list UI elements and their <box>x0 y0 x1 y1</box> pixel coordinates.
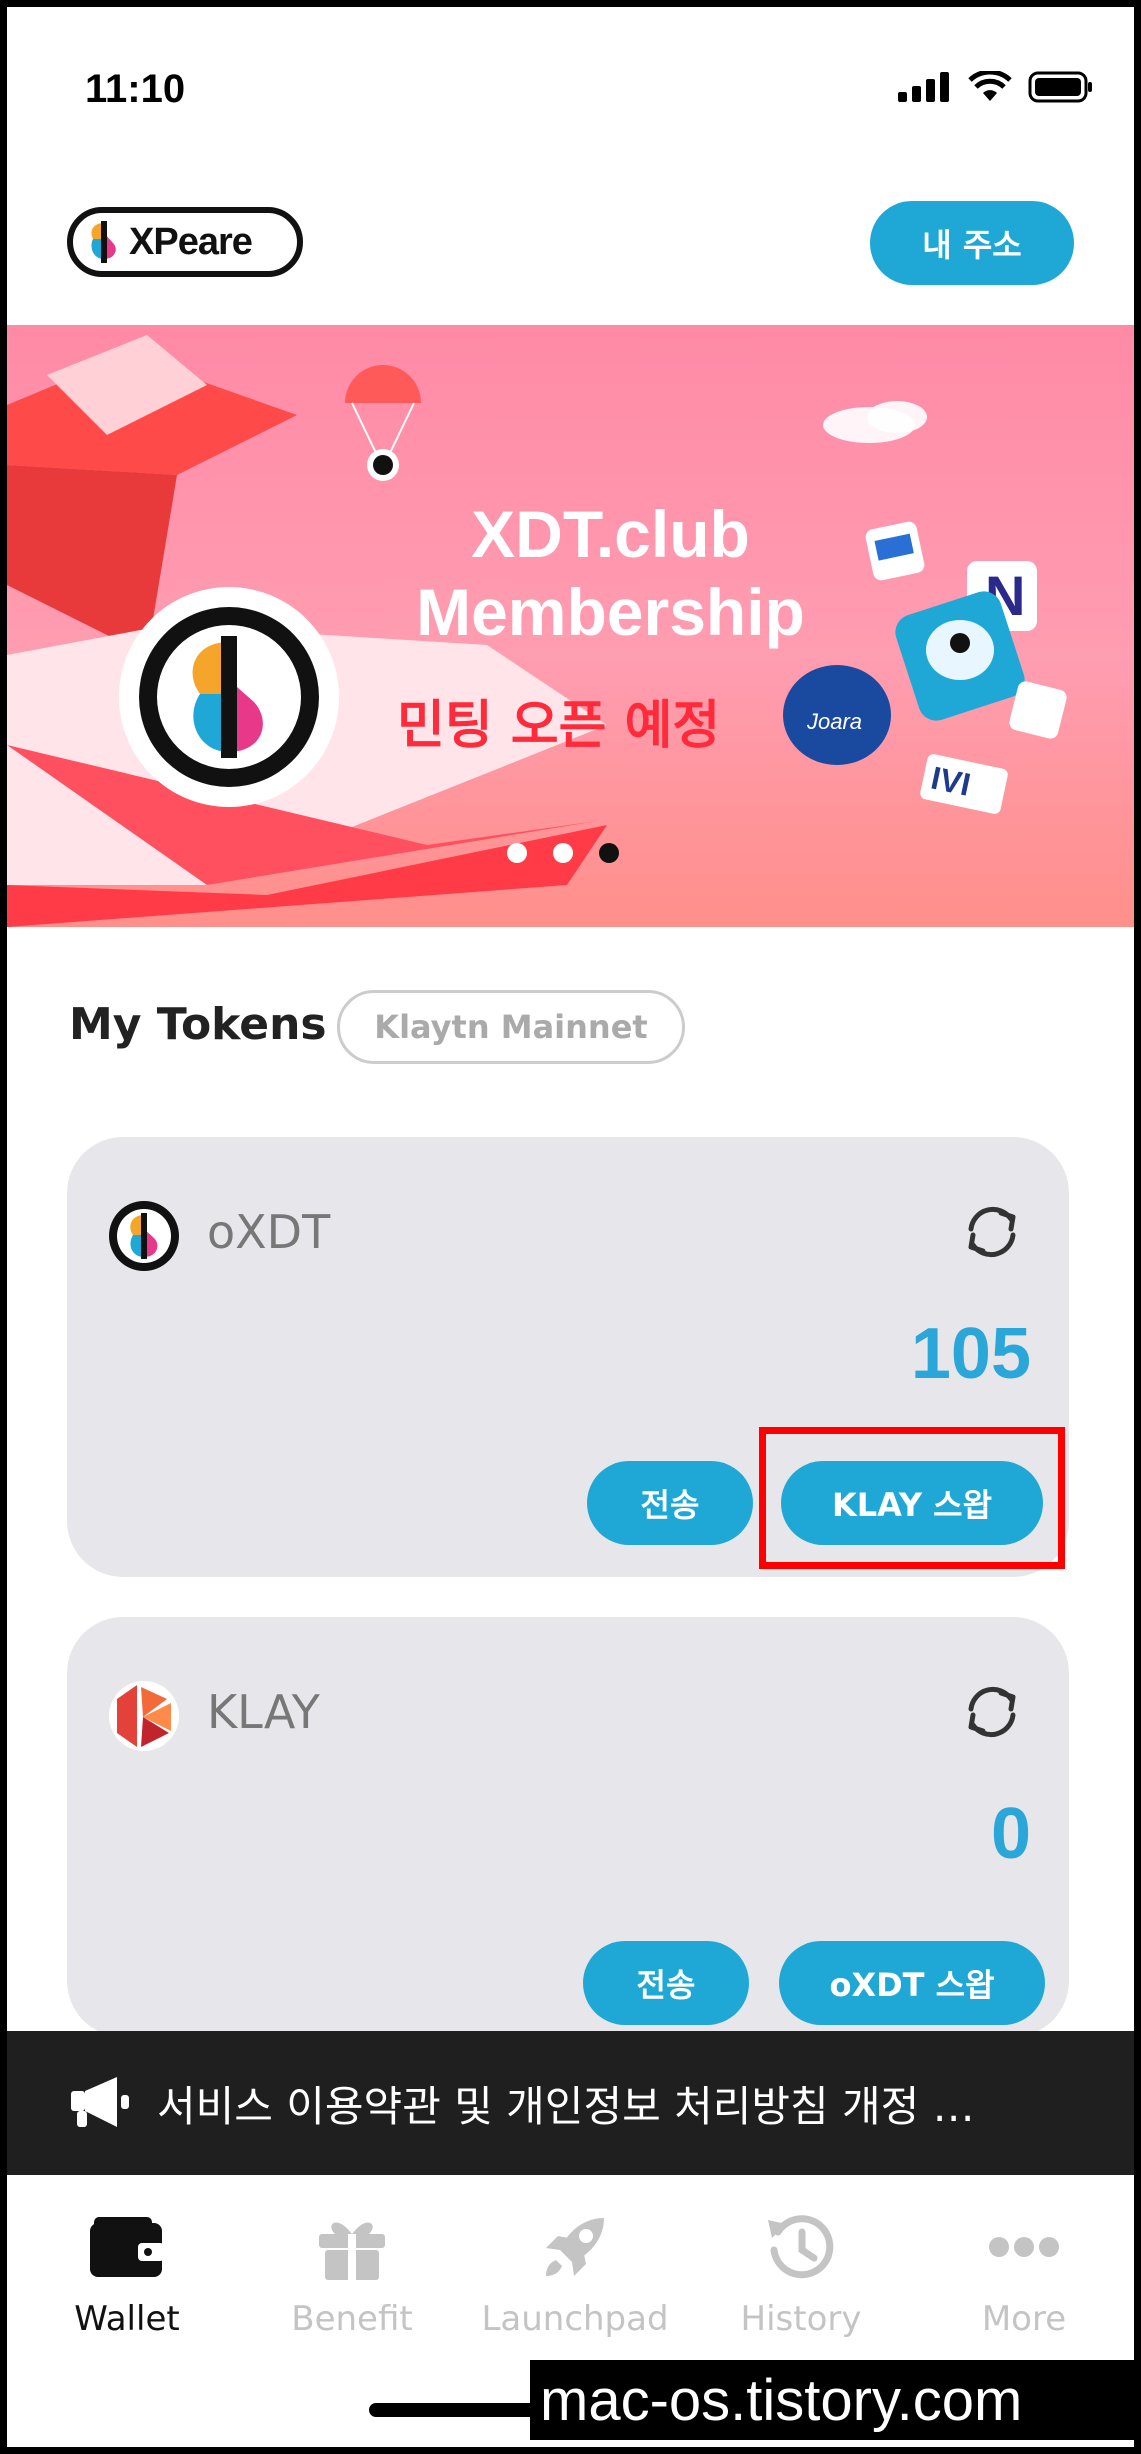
megaphone-icon <box>71 2077 129 2127</box>
highlight-box <box>759 1427 1065 1569</box>
promo-banner[interactable]: N Joara IVI XDT.club Membership 민팅 오픈 예정 <box>7 325 1134 927</box>
token-balance: 0 <box>990 1794 1031 1874</box>
network-chip[interactable]: Klaytn Mainnet <box>337 990 685 1064</box>
oxdt-token-icon <box>109 1201 179 1271</box>
klay-token-icon <box>109 1681 179 1751</box>
gift-icon <box>319 2222 385 2280</box>
carousel-dot[interactable] <box>553 843 573 863</box>
carousel-dot-active[interactable] <box>599 843 619 863</box>
token-card-klay[interactable]: KLAY 0 전송 oXDT 스왑 <box>67 1617 1069 2037</box>
tab-label: Benefit <box>291 2299 413 2339</box>
xpeare-logo-icon <box>91 221 116 263</box>
tab-label: History <box>740 2299 862 2339</box>
token-name: oXDT <box>207 1205 331 1259</box>
battery-icon <box>1028 71 1092 103</box>
status-time: 11:10 <box>85 67 186 111</box>
tab-history[interactable]: History <box>691 2207 911 2339</box>
wifi-icon <box>968 71 1012 101</box>
banner-title: XDT.club Membership <box>7 495 1134 651</box>
tab-label: Launchpad <box>481 2299 669 2339</box>
watermark: mac-os.tistory.com <box>530 2360 1134 2440</box>
signal-icon <box>898 72 949 102</box>
tab-wallet[interactable]: Wallet <box>17 2207 237 2339</box>
carousel-dot[interactable] <box>507 843 527 863</box>
rocket-icon <box>546 2218 604 2276</box>
status-icons <box>898 71 1094 103</box>
more-icon <box>989 2237 1059 2257</box>
tab-more[interactable]: More <box>914 2207 1134 2339</box>
logo-text: XPeare <box>129 220 253 263</box>
refresh-icon[interactable] <box>957 1197 1027 1267</box>
tab-label: More <box>981 2299 1067 2339</box>
carousel-dots[interactable] <box>507 843 619 863</box>
wallet-icon <box>90 2217 164 2277</box>
notice-text: 서비스 이용약관 및 개인정보 처리방침 개정 … <box>157 2081 975 2131</box>
section-title: My Tokens <box>69 999 327 1050</box>
banner-title-line2: Membership <box>416 575 805 649</box>
banner-title-line1: XDT.club <box>471 497 750 571</box>
token-name: KLAY <box>207 1685 320 1739</box>
token-balance: 105 <box>910 1314 1031 1394</box>
tab-benefit[interactable]: Benefit <box>242 2207 462 2339</box>
refresh-icon[interactable] <box>957 1677 1027 1747</box>
oxdt-swap-button[interactable]: oXDT 스왑 <box>779 1941 1045 2025</box>
my-address-button[interactable]: 내 주소 <box>870 201 1074 285</box>
tab-label: Wallet <box>74 2299 180 2339</box>
tab-launchpad[interactable]: Launchpad <box>465 2207 685 2339</box>
send-button[interactable]: 전송 <box>583 1941 749 2025</box>
banner-subtitle: 민팅 오픈 예정 <box>397 696 721 756</box>
notice-bar[interactable]: 서비스 이용약관 및 개인정보 처리방침 개정 … <box>7 2031 1134 2175</box>
send-button[interactable]: 전송 <box>587 1461 753 1545</box>
app-screen: 11:10 XPeare 내 주소 N Joara IVI XDT.club M… <box>7 7 1134 2447</box>
svg-text:Joara: Joara <box>806 709 862 734</box>
history-icon <box>768 2215 834 2279</box>
app-logo: XPeare <box>67 207 303 277</box>
